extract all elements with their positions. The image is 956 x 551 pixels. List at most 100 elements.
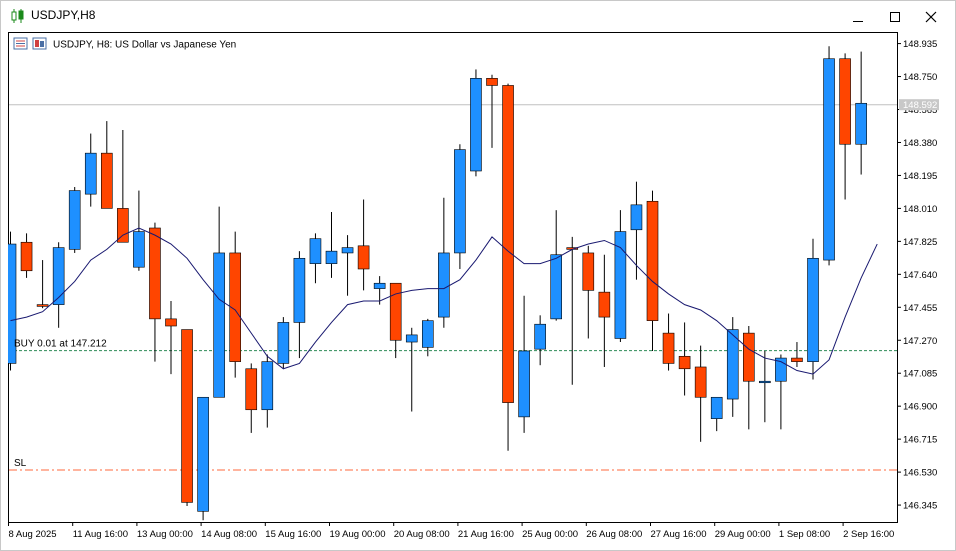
current-price-label: 148.592 [903, 100, 937, 111]
chart-flag-icon[interactable] [32, 37, 47, 50]
candle-body [646, 200, 659, 321]
y-tick-label: 148.380 [903, 138, 937, 149]
x-tick-label: 26 Aug 08:00 [586, 529, 642, 540]
candle-body [20, 241, 33, 272]
candle-body [341, 247, 354, 254]
candle-body [807, 257, 819, 362]
candle[interactable] [181, 329, 193, 506]
candle-body [630, 204, 643, 231]
title-bar[interactable]: USDJPY,H8 [1, 1, 955, 32]
candle-body [101, 152, 113, 209]
candlestick-chart-icon [11, 9, 24, 23]
candle-body [791, 357, 803, 362]
candle-body [68, 190, 81, 250]
candle[interactable] [454, 144, 466, 269]
sl-line-label: SL [14, 458, 27, 469]
candle-body [823, 58, 835, 261]
y-tick-label: 146.530 [903, 468, 937, 479]
candle-body [213, 252, 225, 398]
candle-body [117, 208, 129, 243]
candle-body [582, 252, 595, 291]
minimize-button[interactable] [841, 1, 875, 32]
close-icon [925, 11, 937, 22]
candle-body [405, 334, 418, 343]
candle-body [261, 361, 274, 411]
candle-body [133, 231, 145, 268]
candle[interactable] [68, 187, 81, 253]
x-tick-label: 19 Aug 00:00 [330, 529, 386, 540]
x-tick-label: 2 Sep 16:00 [843, 529, 894, 540]
order-line-label: BUY 0.01 at 147.212 [14, 339, 107, 350]
candle-body [293, 257, 306, 323]
candle-body [309, 238, 322, 264]
candle-body [36, 304, 49, 307]
candle-body [534, 323, 546, 350]
candle-body [421, 320, 434, 348]
candle-body [486, 78, 498, 86]
x-tick-label: 21 Aug 16:00 [458, 529, 514, 540]
current-price-tag: 148.592 [899, 99, 939, 111]
plot-area[interactable] [8, 32, 898, 523]
y-tick-label: 146.345 [903, 501, 937, 512]
candle[interactable] [823, 46, 835, 266]
y-tick-label: 147.455 [903, 303, 937, 314]
candle-body [149, 227, 161, 320]
candle-body [694, 366, 707, 398]
y-tick-label: 147.825 [903, 237, 937, 248]
y-tick-label: 147.270 [903, 336, 937, 347]
candle-body [454, 149, 466, 254]
candle-body [52, 247, 65, 305]
x-tick-label: 13 Aug 00:00 [137, 529, 193, 540]
x-tick-label: 27 Aug 16:00 [651, 529, 707, 540]
x-tick-label: 29 Aug 00:00 [715, 529, 771, 540]
candle[interactable] [470, 69, 482, 177]
candle-body [470, 78, 482, 172]
candle[interactable] [197, 396, 209, 521]
candle-body [325, 250, 338, 264]
candle-body [839, 58, 851, 145]
x-tick-label: 25 Aug 00:00 [522, 529, 578, 540]
y-tick-label: 146.900 [903, 402, 937, 413]
window-title: USDJPY,H8 [31, 8, 96, 22]
y-tick-label: 146.715 [903, 435, 937, 446]
candle[interactable] [502, 83, 514, 451]
x-tick-label: 1 Sep 08:00 [779, 529, 830, 540]
chart-window: USDJPY,H8 148.935 148.750 148.565 148.38… [0, 0, 956, 551]
candle[interactable] [807, 238, 819, 380]
candle-body [438, 252, 450, 318]
trade-panel-icon[interactable] [13, 37, 28, 50]
candle-body [181, 329, 193, 503]
candle[interactable] [4, 231, 17, 371]
candle-body [710, 396, 723, 419]
candle[interactable] [277, 317, 290, 369]
x-tick-label: 20 Aug 08:00 [394, 529, 450, 540]
candle-body [357, 245, 370, 270]
chart-frame[interactable]: 148.935 148.750 148.565 148.380 148.195 148.0… [4, 32, 949, 546]
candle-body [518, 350, 530, 418]
y-tick-label: 147.640 [903, 270, 937, 281]
x-tick-label: 8 Aug 2025 [9, 529, 57, 540]
candle-body [277, 322, 290, 364]
y-tick-label: 148.195 [903, 171, 937, 182]
x-tick-label: 11 Aug 16:00 [73, 529, 128, 540]
y-tick-label: 147.085 [903, 369, 937, 380]
maximize-button[interactable] [878, 1, 912, 32]
candle-body [502, 85, 514, 403]
chart-header-title: USDJPY, H8: US Dollar vs Japanese Yen [53, 40, 236, 51]
candlestick-chart[interactable]: 148.935148.750148.565148.380148.195148.0… [4, 32, 949, 546]
y-tick-label: 148.935 [903, 39, 937, 50]
x-tick-label: 15 Aug 16:00 [265, 529, 321, 540]
candle-body [84, 152, 97, 195]
candle-body [165, 318, 177, 327]
candle-body [197, 396, 209, 512]
x-tick-label: 14 Aug 08:00 [201, 529, 257, 540]
close-button[interactable] [914, 1, 948, 32]
candle-body [759, 380, 771, 384]
candle-body [855, 102, 867, 145]
candle-body [742, 332, 755, 382]
candle[interactable] [229, 231, 241, 378]
candle-body [245, 368, 258, 411]
candle-body [550, 254, 563, 320]
minimize-icon [853, 20, 863, 22]
candle-body [389, 282, 402, 341]
